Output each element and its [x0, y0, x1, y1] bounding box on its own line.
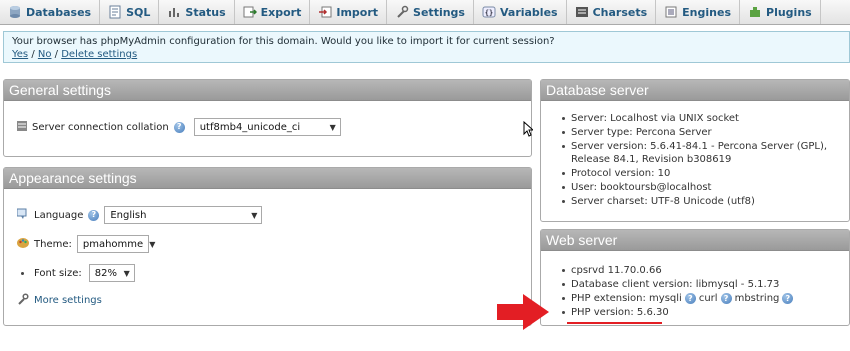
- chevron-down-icon: ▼: [329, 122, 336, 132]
- tab-plugins[interactable]: Plugins: [740, 0, 821, 24]
- mysqli-help-icon[interactable]: ?: [684, 293, 696, 304]
- settings-icon: [395, 5, 409, 19]
- tab-label: Variables: [499, 5, 558, 19]
- tab-label: Plugins: [766, 5, 812, 19]
- database-server-panel: Database server Server: Localhost via UN…: [540, 79, 850, 222]
- theme-value: pmahomme: [82, 238, 144, 250]
- php-extension-curl: curl: [698, 293, 718, 304]
- php-extension-label: PHP extension: mysqli: [571, 293, 682, 304]
- list-item: User: booktoursb@localhost: [559, 181, 849, 194]
- mouse-cursor-icon: [523, 120, 535, 140]
- tab-databases[interactable]: Databases: [0, 0, 101, 24]
- php-version-item: PHP version: 5.6.30: [559, 306, 849, 319]
- list-item: Server version: 5.6.41-84.1 - Percona Se…: [559, 140, 849, 166]
- theme-row: Theme: pmahomme ▼: [17, 235, 155, 253]
- engines-icon: [664, 5, 678, 19]
- language-label: Language: [34, 209, 84, 221]
- web-server-panel: Web server cpsrvd 11.70.0.66 Database cl…: [540, 229, 850, 326]
- tab-status[interactable]: Status: [159, 0, 235, 24]
- tab-sql[interactable]: SQL: [100, 0, 160, 24]
- php-extension-mbstring: mbstring: [734, 293, 780, 304]
- tab-label: Databases: [26, 5, 92, 19]
- sql-icon: [108, 5, 122, 19]
- language-icon: [16, 208, 29, 223]
- curl-help-icon[interactable]: ?: [720, 293, 732, 304]
- export-icon: [243, 5, 257, 19]
- font-size-select[interactable]: 82% ▼: [88, 264, 135, 282]
- tab-label: Export: [260, 5, 302, 19]
- top-tab-bar: Databases SQL Status Export Import Setti…: [0, 0, 850, 25]
- tab-label: Engines: [682, 5, 732, 19]
- collation-value: utf8mb4_unicode_ci: [199, 121, 301, 133]
- chevron-down-icon: ▼: [251, 210, 258, 220]
- database-server-list: Server: Localhost via UNIX socket Server…: [559, 112, 849, 209]
- tab-variables[interactable]: {} Variables: [474, 0, 567, 24]
- more-settings-row: More settings: [17, 293, 102, 308]
- tab-engines[interactable]: Engines: [656, 0, 741, 24]
- chevron-down-icon: ▼: [149, 239, 156, 249]
- web-server-title: Web server: [541, 230, 849, 251]
- appearance-settings-panel: Appearance settings Language ? English ▼…: [3, 167, 532, 326]
- collation-select[interactable]: utf8mb4_unicode_ci ▼: [193, 118, 341, 136]
- list-item: Server type: Percona Server: [559, 126, 849, 139]
- import-icon: [318, 5, 332, 19]
- general-settings-panel: General settings Server connection colla…: [3, 79, 532, 157]
- font-size-value: 82%: [94, 267, 117, 279]
- tab-label: Status: [185, 5, 226, 19]
- list-item: Database client version: libmysql - 5.1.…: [559, 278, 849, 291]
- svg-text:{}: {}: [485, 9, 493, 17]
- general-settings-title: General settings: [4, 80, 531, 101]
- language-help-icon[interactable]: ?: [88, 209, 100, 221]
- databases-icon: [8, 5, 22, 19]
- font-size-label: Font size:: [34, 267, 82, 279]
- tab-label: Import: [336, 5, 379, 19]
- web-server-list: cpsrvd 11.70.0.66 Database client versio…: [559, 264, 849, 320]
- theme-palette-icon: [17, 237, 29, 252]
- font-size-bullet: [21, 271, 24, 275]
- list-item: Server charset: UTF-8 Unicode (utf8): [559, 195, 849, 208]
- theme-select[interactable]: pmahomme ▼: [76, 235, 155, 253]
- annotation-underline: [567, 322, 662, 324]
- list-item: PHP extension: mysqli ? curl ? mbstring …: [559, 292, 849, 305]
- language-select[interactable]: English ▼: [104, 206, 263, 224]
- collation-icon: [17, 120, 27, 134]
- more-settings-link[interactable]: More settings: [34, 295, 102, 306]
- plugins-icon: [748, 5, 762, 19]
- notice-yes-link[interactable]: Yes: [12, 49, 28, 60]
- tab-export[interactable]: Export: [235, 0, 311, 24]
- annotation-arrow-icon: [497, 294, 549, 333]
- wrench-icon: [17, 293, 29, 308]
- chevron-down-icon: ▼: [123, 268, 130, 278]
- status-icon: [167, 5, 181, 19]
- list-item: Protocol version: 10: [559, 167, 849, 180]
- notice-delete-settings-link[interactable]: Delete settings: [61, 49, 137, 60]
- notice-separator: /: [28, 49, 38, 60]
- list-item: Server: Localhost via UNIX socket: [559, 112, 849, 125]
- language-row: Language ? English ▼: [16, 206, 263, 224]
- collation-label: Server connection collation: [32, 121, 169, 133]
- charsets-icon: [575, 5, 589, 19]
- notice-no-link[interactable]: No: [38, 49, 52, 60]
- list-item: cpsrvd 11.70.0.66: [559, 264, 849, 277]
- notice-separator: /: [51, 49, 62, 60]
- collation-row: Server connection collation ? utf8mb4_un…: [17, 118, 341, 136]
- variables-icon: {}: [482, 5, 496, 19]
- tab-label: Settings: [413, 5, 465, 19]
- tab-settings[interactable]: Settings: [387, 0, 474, 24]
- language-value: English: [110, 209, 147, 221]
- font-size-row: Font size: 82% ▼: [21, 264, 135, 282]
- tab-import[interactable]: Import: [310, 0, 388, 24]
- theme-label: Theme:: [34, 238, 72, 250]
- appearance-settings-title: Appearance settings: [4, 168, 531, 189]
- collation-help-icon[interactable]: ?: [173, 121, 185, 133]
- tab-charsets[interactable]: Charsets: [567, 0, 657, 24]
- tab-label: Charsets: [592, 5, 648, 19]
- import-config-notice: Your browser has phpMyAdmin configuratio…: [3, 31, 850, 63]
- database-server-title: Database server: [541, 80, 849, 101]
- notice-actions: Yes / No / Delete settings: [12, 48, 841, 61]
- notice-text: Your browser has phpMyAdmin configuratio…: [12, 36, 555, 47]
- mbstring-help-icon[interactable]: ?: [782, 293, 794, 304]
- tab-label: SQL: [126, 5, 151, 19]
